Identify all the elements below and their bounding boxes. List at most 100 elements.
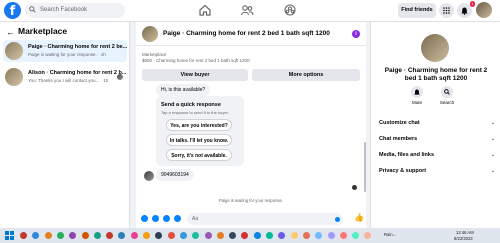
conversation-title[interactable]: Paige · Charming home for rent 2 bed 1 b… bbox=[163, 30, 330, 37]
taskbar-app-icon[interactable] bbox=[179, 232, 187, 239]
chevron-down-icon: ⌄ bbox=[490, 168, 495, 174]
taskbar-app-icon[interactable] bbox=[253, 232, 261, 239]
taskbar-app-icon[interactable] bbox=[315, 232, 323, 239]
notification-count-badge: 1 bbox=[469, 1, 475, 7]
like-icon[interactable]: 👍 bbox=[354, 213, 364, 222]
conversation-panel: Paige · Charming home for rent 2 bed 1 b… bbox=[136, 22, 366, 228]
message-composer: Aa 👍 bbox=[136, 210, 366, 228]
section-customize-chat[interactable]: Customize chat ⌄ bbox=[379, 120, 495, 126]
taskbar-app-icon[interactable] bbox=[56, 232, 64, 239]
gif-icon[interactable] bbox=[174, 215, 181, 222]
taskbar-app-icon[interactable] bbox=[155, 232, 163, 239]
plus-icon[interactable] bbox=[141, 215, 148, 222]
message-thread: Hi, is this available? Send a quick resp… bbox=[136, 84, 366, 210]
search-placeholder: Search Facebook bbox=[40, 7, 88, 13]
groups-icon[interactable] bbox=[283, 3, 297, 17]
taskbar-app-icon[interactable] bbox=[229, 232, 237, 239]
windows-taskbar: Rain... 12:46 AM 8/22/2023 bbox=[0, 228, 500, 243]
conversation-info-panel: Paige · Charming home for rent 2 bed 1 b… bbox=[370, 22, 500, 228]
friends-icon[interactable] bbox=[240, 3, 254, 17]
menu-button[interactable] bbox=[439, 3, 454, 18]
taskbar-app-icon[interactable] bbox=[93, 232, 101, 239]
taskbar-app-icon[interactable] bbox=[44, 232, 52, 239]
sidebar-header: ← Marketplace bbox=[6, 26, 126, 38]
taskbar-app-icon[interactable] bbox=[81, 232, 89, 239]
back-arrow-icon[interactable]: ← bbox=[6, 27, 15, 37]
info-icon[interactable]: i bbox=[352, 30, 360, 38]
sender-avatar bbox=[144, 171, 154, 181]
search-label: Search bbox=[439, 100, 455, 105]
marketplace-label: Marketplace bbox=[142, 52, 167, 57]
section-label: Privacy & support bbox=[379, 168, 427, 174]
notifications-button[interactable]: 1 bbox=[457, 1, 475, 18]
taskbar-app-icon[interactable] bbox=[167, 232, 175, 239]
quick-response-option[interactable]: Sorry, it's not available. bbox=[166, 149, 232, 161]
facebook-logo[interactable]: f bbox=[4, 2, 21, 19]
find-friends-button[interactable]: Find friends bbox=[398, 3, 436, 18]
taskbar-app-icon[interactable] bbox=[192, 232, 200, 239]
taskbar-app-icon[interactable] bbox=[204, 232, 212, 239]
info-panel-title: Paige · Charming home for rent 2 bed 1 b… bbox=[384, 67, 488, 82]
profile-avatar[interactable] bbox=[476, 2, 492, 18]
incoming-message: Hi, is this available? bbox=[156, 84, 211, 96]
section-privacy-support[interactable]: Privacy & support ⌄ bbox=[379, 168, 495, 174]
chat-preview: Paige is waiting for your response. · 1h bbox=[28, 52, 106, 57]
taskbar-app-icon[interactable] bbox=[290, 232, 298, 239]
clock-time[interactable]: 12:46 AM bbox=[456, 230, 474, 235]
bell-icon bbox=[411, 86, 423, 98]
search-in-conversation-button[interactable]: Search bbox=[437, 86, 457, 105]
taskbar-app-icon[interactable] bbox=[32, 232, 40, 239]
clock-date[interactable]: 8/22/2023 bbox=[454, 236, 473, 241]
chevron-down-icon: ⌄ bbox=[490, 136, 495, 142]
section-chat-members[interactable]: Chat members ⌄ bbox=[379, 136, 495, 142]
marketplace-chat-list: ← Marketplace Paige · Charming home for … bbox=[0, 22, 130, 228]
taskbar-app-icon[interactable] bbox=[302, 232, 310, 239]
taskbar-app-icon[interactable] bbox=[143, 232, 150, 239]
chevron-down-icon: ⌄ bbox=[490, 152, 495, 158]
section-label: Chat members bbox=[379, 136, 418, 142]
quick-response-option[interactable]: Yes, are you interested? bbox=[166, 119, 232, 131]
taskbar-app-icon[interactable] bbox=[241, 232, 249, 239]
bell-icon bbox=[461, 7, 468, 15]
taskbar-app-icon[interactable] bbox=[364, 232, 372, 239]
more-options-button[interactable]: More options bbox=[252, 69, 360, 81]
search-input[interactable]: Search Facebook bbox=[25, 3, 125, 18]
quick-response-subtitle: Tap a response to send it to the buyer. bbox=[161, 110, 229, 115]
taskbar-app-icon[interactable] bbox=[130, 232, 138, 239]
taskbar-app-icon[interactable] bbox=[327, 232, 335, 239]
taskbar-app-icon[interactable] bbox=[278, 232, 286, 239]
listing-price-title[interactable]: $650 · Charming home for rent 2 bed 1 ba… bbox=[142, 58, 250, 63]
mute-label: Mute bbox=[411, 100, 422, 105]
chat-name: Paige · Charming home for rent 2 be... bbox=[28, 44, 128, 50]
sticker-icon[interactable] bbox=[163, 215, 170, 222]
chat-name: Alison · Charming home for rent 2 b... bbox=[28, 70, 127, 76]
listing-thumbnail[interactable] bbox=[421, 34, 449, 62]
section-media-files-links[interactable]: Media, files and links ⌄ bbox=[379, 152, 495, 158]
chat-list-item-alison[interactable]: Alison · Charming home for rent 2 b... Y… bbox=[3, 66, 127, 88]
section-label: Customize chat bbox=[379, 120, 420, 126]
image-icon[interactable] bbox=[152, 215, 159, 222]
windows-start-icon[interactable] bbox=[5, 231, 14, 240]
listing-thumbnail[interactable] bbox=[142, 26, 158, 42]
emoji-icon[interactable] bbox=[335, 217, 340, 222]
taskbar-app-icon[interactable] bbox=[118, 232, 126, 239]
weather-widget[interactable]: Rain... bbox=[384, 232, 396, 237]
chat-preview: You: Thanks you I will contact you... · … bbox=[28, 78, 109, 83]
mute-button[interactable]: Mute bbox=[407, 86, 427, 105]
quick-response-option[interactable]: In talks. I'll let you know. bbox=[166, 134, 232, 146]
taskbar-app-icon[interactable] bbox=[106, 232, 114, 239]
chat-list-item-paige[interactable]: Paige · Charming home for rent 2 be... P… bbox=[3, 40, 127, 62]
home-icon[interactable] bbox=[198, 3, 212, 17]
taskbar-app-icon[interactable] bbox=[339, 232, 347, 239]
taskbar-app-icon[interactable] bbox=[20, 232, 27, 239]
message-input[interactable]: Aa bbox=[187, 213, 343, 225]
listing-summary: Marketplace $650 · Charming home for ren… bbox=[142, 52, 250, 63]
thread-scrollbar[interactable] bbox=[364, 142, 366, 192]
taskbar-app-icon[interactable] bbox=[216, 232, 224, 239]
view-buyer-button[interactable]: View buyer bbox=[142, 69, 248, 81]
taskbar-app-icon[interactable] bbox=[352, 232, 360, 239]
grid-menu-icon bbox=[443, 7, 450, 14]
taskbar-app-icon[interactable] bbox=[69, 232, 77, 239]
quick-response-card: Send a quick response Tap a response to … bbox=[156, 96, 244, 166]
taskbar-app-icon[interactable] bbox=[266, 232, 273, 239]
